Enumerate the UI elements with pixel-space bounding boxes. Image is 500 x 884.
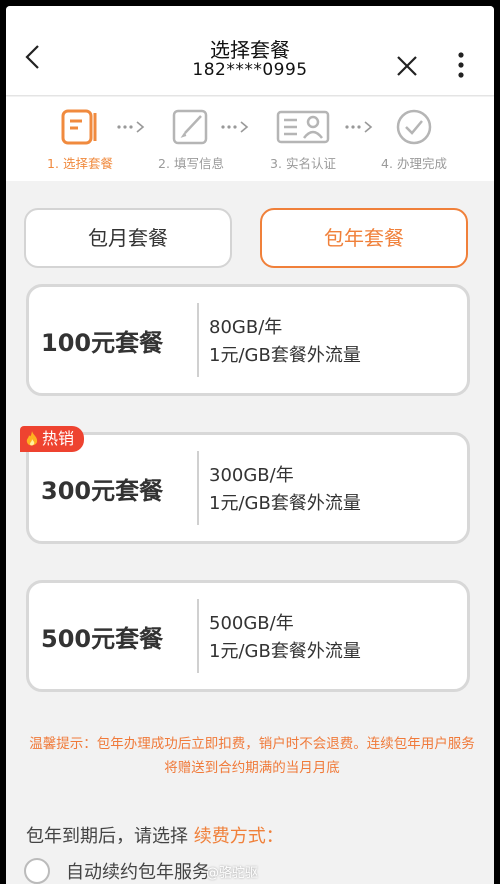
list-doc-icon [61,109,97,145]
plan-overage-rate: 1元/GB套餐外流量 [209,641,361,662]
plan-card-500[interactable]: 500元套餐 500GB/年 1元/GB套餐外流量 [26,580,470,692]
step-label: 3. 实名认证 [270,156,336,171]
watermark: @骆驼驱 [206,866,259,881]
more-vertical-icon[interactable] [454,50,468,80]
plan-card-100[interactable]: 100元套餐 80GB/年 1元/GB套餐外流量 [26,284,470,396]
step-fill-info: 2. 填写信息 [136,107,246,172]
auto-renew-radio[interactable] [24,858,50,884]
step-real-name: 3. 实名认证 [248,107,358,172]
step-label: 1. 选择套餐 [47,156,113,171]
id-card-icon [276,110,330,144]
plan-data-allowance: 500GB/年 [209,613,294,634]
badge-label: 热销 [42,429,75,448]
plan-card-300[interactable]: 300元套餐 300GB/年 1元/GB套餐外流量 [26,432,470,544]
divider [197,451,199,525]
divider [197,599,199,673]
plan-data-allowance: 300GB/年 [209,465,294,486]
hot-sale-badge: 热销 [20,426,85,452]
phone-number: 182****0995 [192,60,308,80]
auto-renew-label: 自动续约包年服务 [66,862,210,883]
plan-name: 500元套餐 [41,624,164,653]
plan-overage-rate: 1元/GB套餐外流量 [209,493,361,514]
step-complete: 4. 办理完成 [359,107,469,172]
auto-renew-option[interactable]: 自动续约包年服务 [24,858,210,884]
tab-yearly[interactable]: 包年套餐 [260,208,468,268]
close-icon[interactable] [394,53,420,79]
app-frame: 选择套餐 182****0995 1. 选择套餐 2. 填写信息 3. 实名认证… [6,6,494,884]
page-title: 选择套餐 [210,38,290,62]
renewal-question: 包年到期后，请选择 续费方式： [26,822,284,848]
check-circle-icon [396,109,432,145]
step-label: 4. 办理完成 [381,156,447,171]
flame-icon [26,431,38,446]
header-bar: 选择套餐 182****0995 [6,6,494,96]
plan-name: 100元套餐 [41,328,164,357]
renewal-method-label: 续费方式： [193,826,284,847]
tab-monthly[interactable]: 包月套餐 [24,208,232,268]
warm-tip-notice: 温馨提示：包年办理成功后立即扣费，销户时不会退费。连续包年用户服务将赠送到合约期… [29,736,475,776]
renewal-question-text: 包年到期后，请选择 [26,826,188,847]
plan-data-allowance: 80GB/年 [209,317,283,338]
step-select-plan: 1. 选择套餐 [25,107,135,172]
edit-icon [172,109,208,145]
progress-steps: 1. 选择套餐 2. 填写信息 3. 实名认证 4. 办理完成 [6,97,494,181]
plan-overage-rate: 1元/GB套餐外流量 [209,345,361,366]
divider [197,303,199,377]
step-label: 2. 填写信息 [158,156,224,171]
